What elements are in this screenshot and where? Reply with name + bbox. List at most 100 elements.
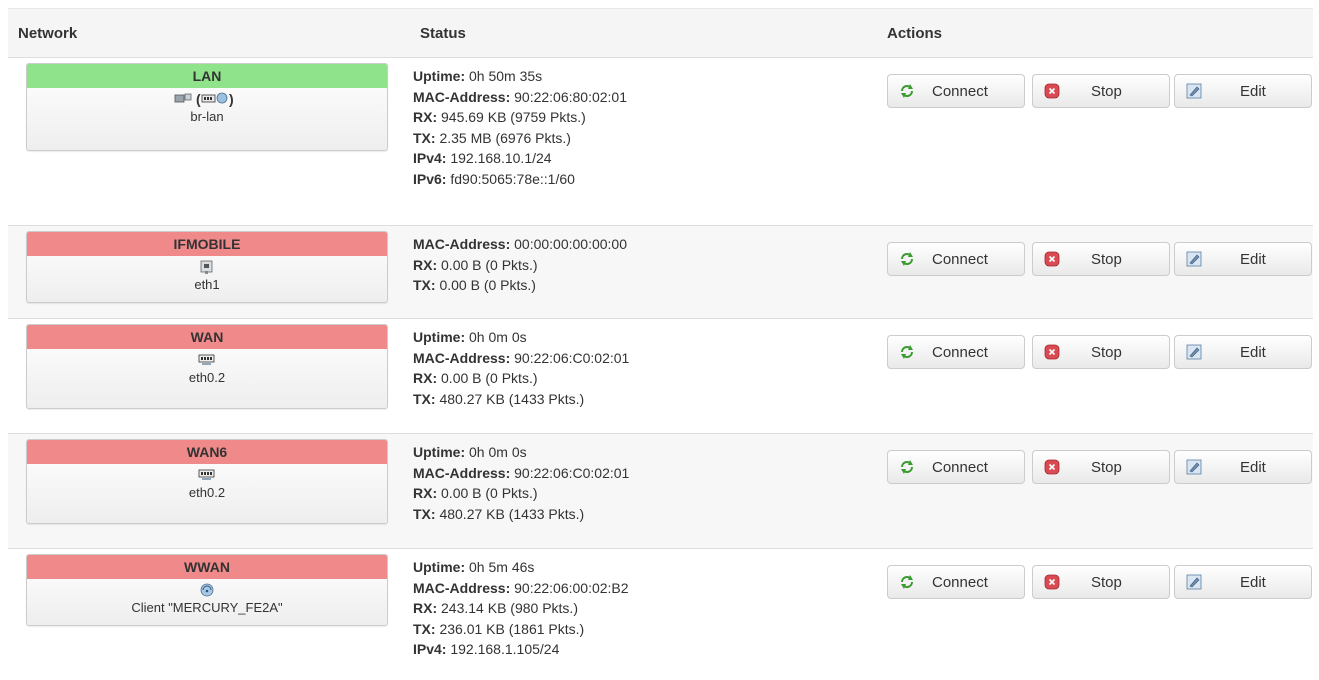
edit-icon (1186, 83, 1202, 99)
stop-button[interactable]: Stop (1032, 335, 1170, 369)
edit-icon (1186, 344, 1202, 360)
edit-button[interactable]: Edit (1174, 450, 1312, 484)
status-key: RX: (413, 256, 438, 273)
status-value: 90:22:06:00:02:B2 (510, 579, 629, 596)
stop-icon (1044, 459, 1060, 475)
status-value: 90:22:06:C0:02:01 (510, 464, 630, 481)
edit-button-label: Edit (1240, 251, 1266, 268)
interface-details: Client "MERCURY_FE2A" (27, 579, 387, 615)
reload-icon (901, 84, 913, 98)
status-key: IPv6: (413, 170, 447, 187)
status-value: 0.00 B (0 Pkts.) (437, 485, 538, 501)
interface-details: () br-lan (27, 88, 387, 124)
connect-button-label: Connect (932, 344, 988, 361)
status-line: Uptime: 0h 0m 0s (413, 327, 629, 348)
interface-name: WWAN (27, 555, 387, 579)
stop-button[interactable]: Stop (1032, 242, 1170, 276)
status-key: TX: (413, 129, 436, 146)
edit-button[interactable]: Edit (1174, 74, 1312, 108)
stop-button[interactable]: Stop (1032, 565, 1170, 599)
status-line: TX: 2.35 MB (6976 Pkts.) (413, 128, 627, 149)
stop-button-label: Stop (1091, 574, 1122, 591)
reload-icon (901, 252, 913, 266)
interface-details: eth1 (27, 256, 387, 292)
svg-text:(: ( (196, 91, 201, 107)
status-line: RX: 0.00 B (0 Pkts.) (413, 368, 629, 389)
status-line: RX: 0.00 B (0 Pkts.) (413, 255, 627, 276)
ethernet-port-icon (199, 259, 215, 278)
network-column-header: Network (18, 25, 78, 42)
status-key: TX: (413, 390, 436, 407)
status-line: MAC-Address: 90:22:06:C0:02:01 (413, 463, 629, 484)
status-value: 480.27 KB (1433 Pkts.) (435, 390, 585, 407)
status-line: IPv6: fd90:5065:78e::1/60 (413, 169, 627, 190)
interface-status: Uptime: 0h 50m 35s MAC-Address: 90:22:06:… (413, 66, 627, 189)
status-line: MAC-Address: 90:22:06:C0:02:01 (413, 348, 629, 369)
interface-row-wan6: WAN6 eth0.2 Uptime: 0h 0m 0s MAC-Address: 9… (8, 433, 1313, 549)
status-key: MAC-Address: (413, 236, 511, 252)
device-name: eth0.2 (188, 370, 226, 385)
stop-button-label: Stop (1091, 459, 1122, 476)
stop-button[interactable]: Stop (1032, 74, 1170, 108)
edit-button[interactable]: Edit (1174, 242, 1312, 276)
status-line: Uptime: 0h 50m 35s (413, 66, 627, 87)
device-name: eth1 (194, 277, 220, 292)
status-key: TX: (413, 505, 436, 522)
edit-button-label: Edit (1240, 83, 1266, 100)
switch-icon (198, 352, 216, 371)
status-value: fd90:5065:78e::1/60 (446, 170, 575, 187)
reload-icon (901, 460, 913, 474)
edit-button[interactable]: Edit (1174, 335, 1312, 369)
status-value: 0.00 B (0 Pkts.) (437, 370, 538, 386)
connect-button[interactable]: Connect (887, 335, 1025, 369)
interface-box: WAN6 eth0.2 (26, 439, 388, 524)
stop-icon (1044, 83, 1060, 99)
interface-name: LAN (27, 64, 387, 88)
edit-icon (1186, 574, 1202, 590)
interface-row-wan: WAN eth0.2 Uptime: 0h 0m 0s MAC-Address: 90… (8, 318, 1313, 434)
device-name: eth0.2 (188, 485, 226, 500)
status-line: TX: 480.27 KB (1433 Pkts.) (413, 504, 629, 525)
status-line: TX: 236.01 KB (1861 Pkts.) (413, 619, 629, 640)
status-line: Uptime: 0h 0m 0s (413, 442, 629, 463)
status-value: 0h 0m 0s (465, 444, 527, 460)
stop-button-label: Stop (1091, 83, 1122, 100)
device-name: Client "MERCURY_FE2A" (131, 600, 283, 615)
status-key: MAC-Address: (413, 88, 511, 105)
status-value: 0.00 B (0 Pkts.) (435, 277, 536, 293)
svg-text:): ) (229, 91, 234, 107)
status-value: 243.14 KB (980 Pkts.) (437, 600, 578, 616)
status-key: Uptime: (413, 559, 466, 575)
interface-name: IFMOBILE (27, 232, 387, 256)
interface-name: WAN6 (27, 440, 387, 464)
interface-details: eth0.2 (27, 464, 387, 500)
connect-button[interactable]: Connect (887, 242, 1025, 276)
status-line: MAC-Address: 90:22:06:00:02:B2 (413, 578, 629, 599)
connect-button[interactable]: Connect (887, 565, 1025, 599)
stop-icon (1044, 344, 1060, 360)
stop-button-label: Stop (1091, 251, 1122, 268)
status-key: MAC-Address: (413, 579, 511, 596)
interface-status: Uptime: 0h 0m 0s MAC-Address: 90:22:06:C0… (413, 442, 629, 524)
status-key: TX: (413, 277, 436, 293)
status-value: 0h 50m 35s (465, 68, 543, 84)
connect-button[interactable]: Connect (887, 74, 1025, 108)
stop-button[interactable]: Stop (1032, 450, 1170, 484)
table-header: Network Status Actions (8, 8, 1313, 58)
status-key: MAC-Address: (413, 464, 511, 481)
interface-box: WWAN Client "MERCURY_FE2A" (26, 554, 388, 626)
interface-row-lan: LAN() br-lan Uptime: 0h 50m 35s MAC-Address… (8, 57, 1313, 226)
status-key: IPv4: (413, 150, 447, 166)
interface-details: eth0.2 (27, 349, 387, 385)
connect-button[interactable]: Connect (887, 450, 1025, 484)
status-line: RX: 945.69 KB (9759 Pkts.) (413, 107, 627, 128)
interface-status: Uptime: 0h 5m 46s MAC-Address: 90:22:06:0… (413, 557, 629, 660)
switch-icon (198, 467, 216, 486)
actions-column-header: Actions (887, 25, 943, 42)
connect-button-label: Connect (932, 83, 988, 100)
stop-icon (1044, 251, 1060, 267)
status-value: 00:00:00:00:00:00 (510, 236, 628, 252)
status-key: MAC-Address: (413, 349, 511, 366)
status-line: IPv4: 192.168.1.105/24 (413, 639, 629, 660)
edit-button[interactable]: Edit (1174, 565, 1312, 599)
